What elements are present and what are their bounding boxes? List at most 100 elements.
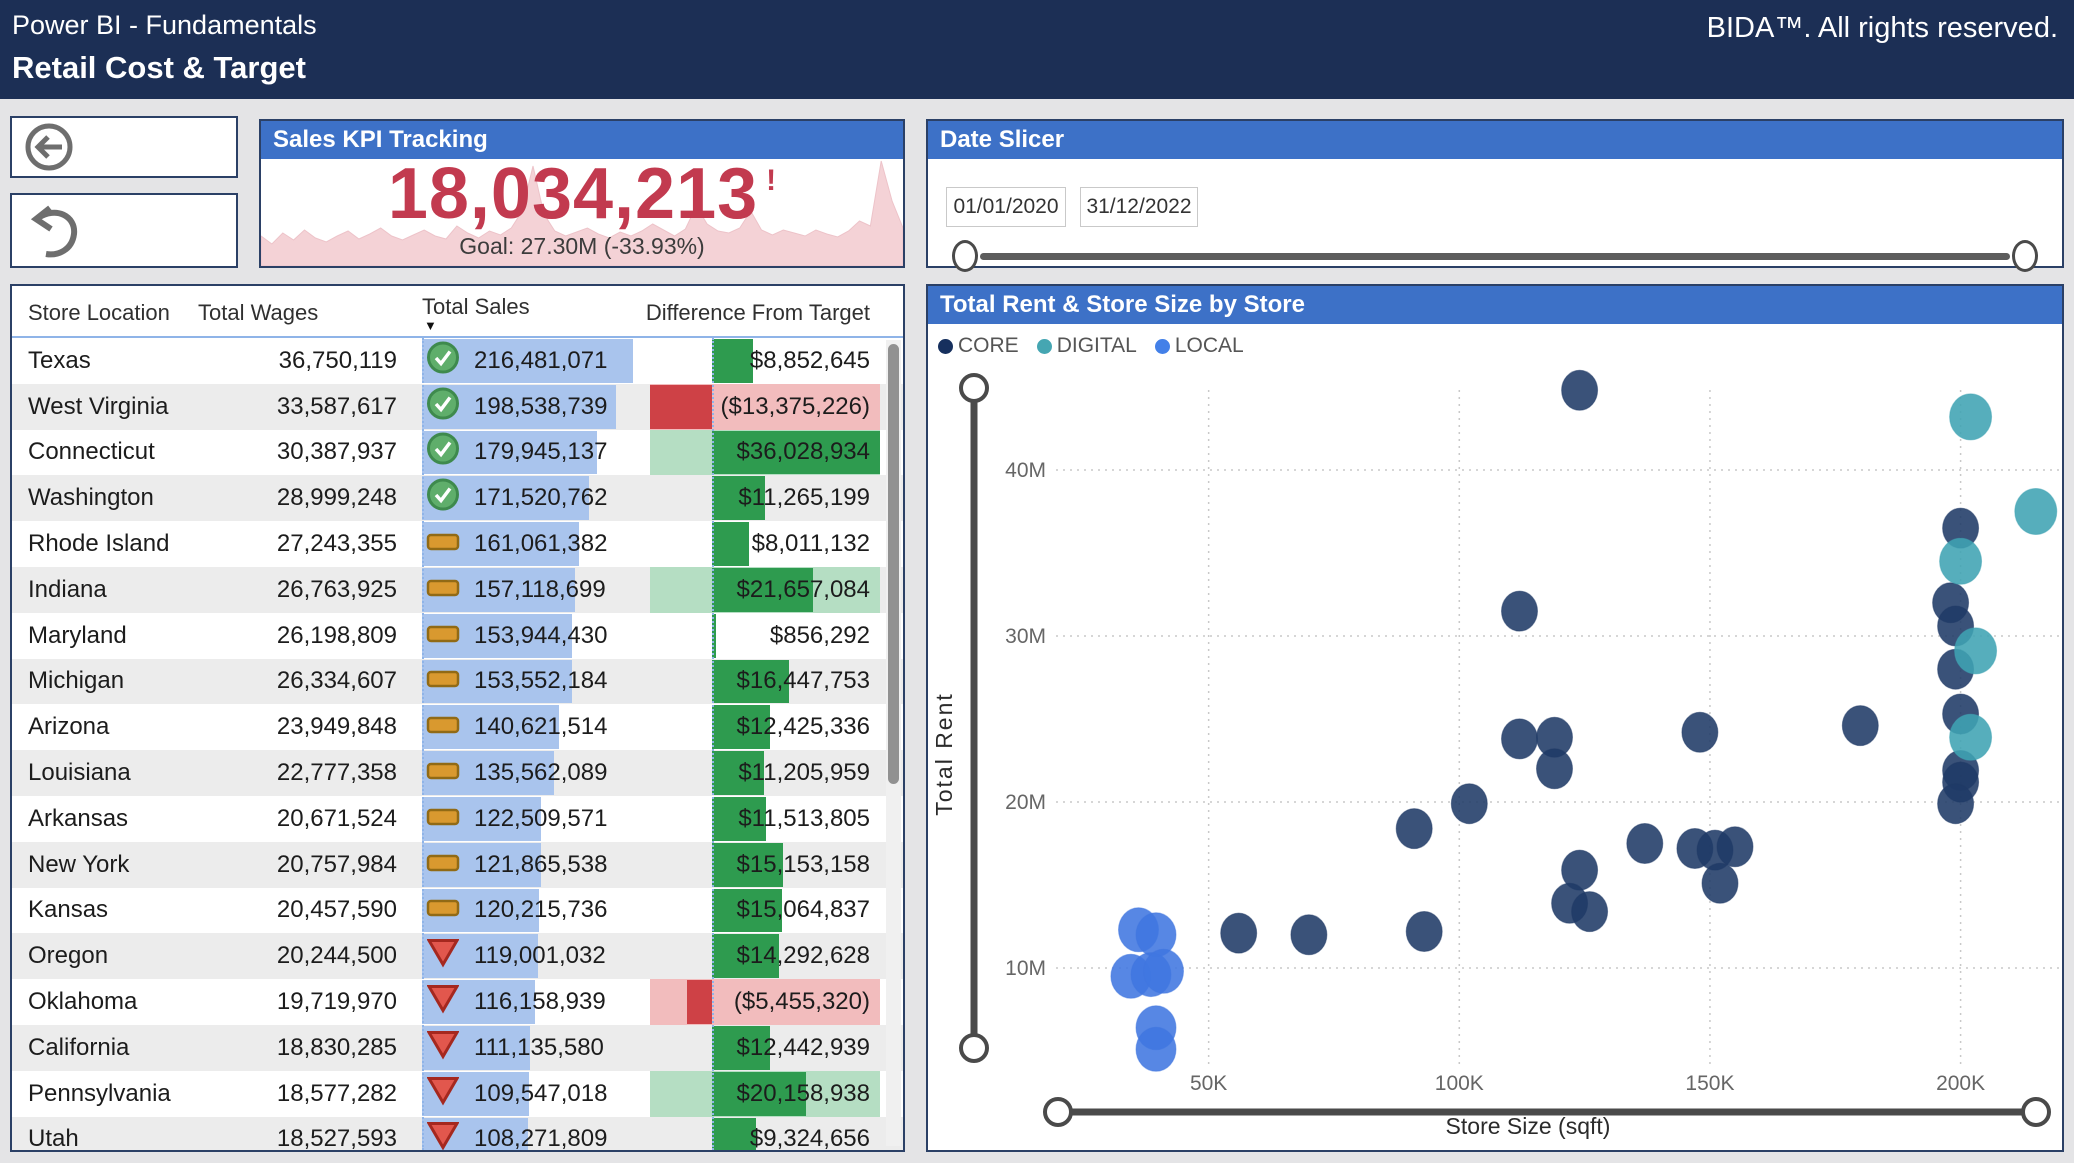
table-scrollbar-thumb[interactable] xyxy=(888,344,899,784)
table-row[interactable]: Oregon20,244,500119,001,032$14,292,628 xyxy=(12,933,903,979)
table-row[interactable]: Oklahoma19,719,970116,158,939($5,455,320… xyxy=(12,979,903,1025)
kpi-value: 18,034,213 xyxy=(388,159,758,234)
scatter-point-core[interactable] xyxy=(1406,912,1442,952)
cell-difference: $11,205,959 xyxy=(650,750,880,796)
start-date-input[interactable]: 01/01/2020 xyxy=(946,187,1066,227)
cell-difference: $12,425,336 xyxy=(650,704,880,750)
scatter-point-core[interactable] xyxy=(1938,784,1974,824)
kpi-status-check-icon xyxy=(425,340,461,381)
x-tick-label: 100K xyxy=(1435,1072,1484,1095)
cell-total-wages: 18,577,282 xyxy=(162,1080,397,1108)
scatter-point-core[interactable] xyxy=(1572,892,1608,932)
table-row[interactable]: New York20,757,984121,865,538$15,153,158 xyxy=(12,842,903,888)
date-slider-handle-start[interactable] xyxy=(952,240,978,272)
table-row[interactable]: Texas36,750,119216,481,071$8,852,645 xyxy=(12,338,903,384)
cell-total-wages: 30,387,937 xyxy=(162,438,397,466)
scatter-point-core[interactable] xyxy=(1396,809,1432,849)
date-slider-handle-end[interactable] xyxy=(2012,240,2038,272)
scatter-point-local[interactable] xyxy=(1136,1027,1176,1071)
cell-store-location: Kansas xyxy=(28,896,108,924)
scatter-point-digital[interactable] xyxy=(2015,489,2057,535)
cell-total-wages: 20,244,500 xyxy=(162,942,397,970)
table-row[interactable]: Indiana26,763,925157,118,699$21,657,084 xyxy=(12,567,903,613)
scatter-point-core[interactable] xyxy=(1842,706,1878,746)
sort-descending-icon[interactable]: ▼ xyxy=(424,318,437,333)
scatter-point-core[interactable] xyxy=(1451,784,1487,824)
legend-item-local[interactable]: LOCAL xyxy=(1155,334,1244,358)
cell-store-location: Pennsylvania xyxy=(28,1080,171,1108)
cell-store-location: Arizona xyxy=(28,713,109,741)
date-slicer-title: Date Slicer xyxy=(928,121,2062,159)
cell-store-location: Texas xyxy=(28,347,91,375)
x-zoom-slider-handle-left[interactable] xyxy=(1045,1099,1071,1125)
y-zoom-slider-handle-top[interactable] xyxy=(961,375,987,401)
scatter-plot: 50K100K150K200K10M20M30M40MStore Size (s… xyxy=(928,324,2062,1150)
kpi-status-dash-icon xyxy=(425,805,461,833)
table-row[interactable]: West Virginia33,587,617198,538,739($13,3… xyxy=(12,384,903,430)
diff-value-text: $36,028,934 xyxy=(737,438,870,466)
diff-value-text: $15,064,837 xyxy=(737,896,870,924)
scatter-point-core[interactable] xyxy=(1502,591,1538,631)
scatter-point-digital[interactable] xyxy=(1940,538,1982,584)
cell-difference: $8,852,645 xyxy=(650,338,880,384)
diff-bar-positive xyxy=(712,339,753,383)
table-scrollbar[interactable] xyxy=(886,340,901,1146)
undo-button[interactable] xyxy=(10,193,238,268)
column-header-total-sales[interactable]: Total Sales xyxy=(422,294,530,320)
scatter-point-core[interactable] xyxy=(1502,719,1538,759)
date-slider-track[interactable] xyxy=(980,253,2010,260)
scatter-point-local[interactable] xyxy=(1144,949,1184,993)
table-row[interactable]: Maryland26,198,809153,944,430$856,292 xyxy=(12,613,903,659)
legend-item-digital[interactable]: DIGITAL xyxy=(1037,334,1137,358)
scatter-point-core[interactable] xyxy=(1562,370,1598,410)
cell-total-wages: 20,457,590 xyxy=(162,896,397,924)
table-row[interactable]: California18,830,285111,135,580$12,442,9… xyxy=(12,1025,903,1071)
y-tick-label: 10M xyxy=(1005,957,1046,980)
y-tick-label: 40M xyxy=(1005,459,1046,482)
table-row[interactable]: Washington28,999,248171,520,762$11,265,1… xyxy=(12,475,903,521)
scatter-point-core[interactable] xyxy=(1537,749,1573,789)
cell-total-wages: 20,671,524 xyxy=(162,805,397,833)
diff-value-text: $11,513,805 xyxy=(738,805,870,833)
column-header-total-wages[interactable]: Total Wages xyxy=(198,300,318,326)
table-row[interactable]: Kansas20,457,590120,215,736$15,064,837 xyxy=(12,888,903,934)
table-row[interactable]: Utah18,527,593108,271,809$9,324,656 xyxy=(12,1117,903,1150)
scatter-point-core[interactable] xyxy=(1682,712,1718,752)
cell-difference: ($5,455,320) xyxy=(650,979,880,1025)
table-row[interactable]: Arizona23,949,848140,621,514$12,425,336 xyxy=(12,704,903,750)
scatter-point-core[interactable] xyxy=(1627,824,1663,864)
cell-difference: $15,064,837 xyxy=(650,888,880,934)
table-row[interactable]: Michigan26,334,607153,552,184$16,447,753 xyxy=(12,659,903,705)
cell-total-sales: 108,271,809 xyxy=(474,1125,607,1150)
table-row[interactable]: Connecticut30,387,937179,945,137$36,028,… xyxy=(12,430,903,476)
table-header: Store Location Total Wages Total Sales ▼… xyxy=(12,286,903,338)
scatter-point-core[interactable] xyxy=(1717,827,1753,867)
scatter-point-digital[interactable] xyxy=(1955,628,1997,674)
x-zoom-slider-handle-right[interactable] xyxy=(2023,1099,2049,1125)
legend-item-core[interactable]: CORE xyxy=(938,334,1019,358)
cell-total-wages: 36,750,119 xyxy=(162,347,397,375)
cell-store-location: New York xyxy=(28,851,129,879)
y-zoom-slider-handle-bottom[interactable] xyxy=(961,1035,987,1061)
table-row[interactable]: Pennsylvania18,577,282109,547,018$20,158… xyxy=(12,1071,903,1117)
end-date-input[interactable]: 31/12/2022 xyxy=(1080,187,1198,227)
scatter-point-digital[interactable] xyxy=(1950,394,1992,440)
column-header-difference[interactable]: Difference From Target xyxy=(646,300,870,326)
column-header-store-location[interactable]: Store Location xyxy=(28,300,170,326)
scatter-point-core[interactable] xyxy=(1221,913,1257,953)
cell-total-sales: 135,562,089 xyxy=(474,759,607,787)
cell-total-sales: 122,509,571 xyxy=(474,805,607,833)
kpi-status-dash-icon xyxy=(425,759,461,787)
table-row[interactable]: Rhode Island27,243,355161,061,382$8,011,… xyxy=(12,521,903,567)
table-row[interactable]: Arkansas20,671,524122,509,571$11,513,805 xyxy=(12,796,903,842)
diff-value-text: $12,442,939 xyxy=(737,1034,870,1062)
scatter-point-digital[interactable] xyxy=(1950,714,1992,760)
cell-store-location: Oregon xyxy=(28,942,108,970)
scatter-point-core[interactable] xyxy=(1291,915,1327,955)
diff-value-text: $8,852,645 xyxy=(750,347,870,375)
cell-difference: $16,447,753 xyxy=(650,659,880,705)
table-row[interactable]: Louisiana22,777,358135,562,089$11,205,95… xyxy=(12,750,903,796)
cell-total-wages: 26,763,925 xyxy=(162,576,397,604)
scatter-point-core[interactable] xyxy=(1702,863,1738,903)
back-button[interactable] xyxy=(10,116,238,178)
